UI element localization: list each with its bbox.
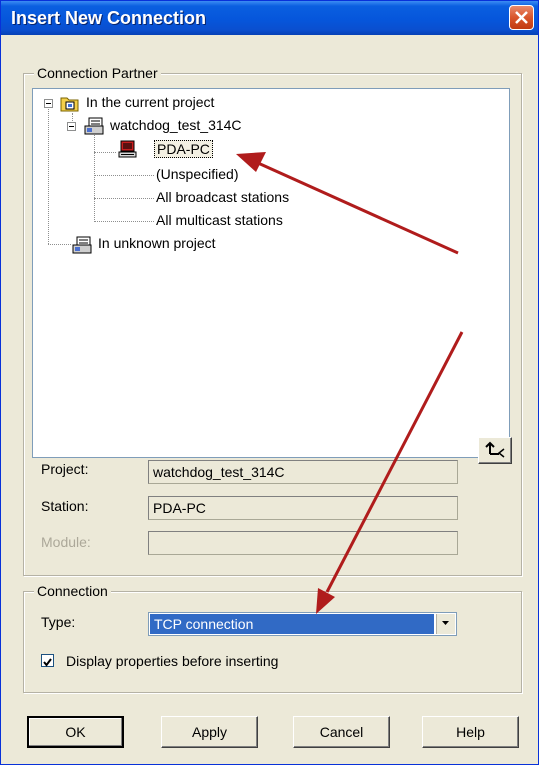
checkmark-icon [43,658,52,667]
help-button[interactable]: Help [422,716,519,748]
collapse-toggle[interactable] [67,122,76,131]
arrow-station-icon [485,441,505,458]
project-label: Project: [41,461,89,477]
module-label: Module: [41,534,91,550]
close-button[interactable] [509,5,534,30]
tree-item-broadcast[interactable]: All broadcast stations [156,189,289,205]
pc-station-icon [118,140,137,158]
connection-type-select[interactable]: TCP connection [148,612,457,636]
ok-button[interactable]: OK [27,716,124,748]
dropdown-button[interactable] [436,614,455,634]
tree-item-multicast[interactable]: All multicast stations [156,212,283,228]
project-icon [72,236,92,254]
tree-item-current-project[interactable]: In the current project [86,94,214,110]
display-properties-checkbox[interactable] [41,654,54,667]
tree-item-station-selected[interactable]: PDA-PC [154,140,213,158]
folder-icon [60,97,79,112]
project-icon [84,117,104,135]
connection-group: Connection [23,583,522,693]
project-field: watchdog_test_314C [148,460,458,484]
tree-line [48,109,49,244]
tree-line [48,244,71,245]
tree-line [94,175,154,176]
connection-type-value: TCP connection [150,614,434,634]
tree-line [94,152,116,153]
partner-tree[interactable]: In the current project watchdog_test_314… [32,88,510,458]
station-label: Station: [41,498,89,514]
tree-item-unknown-project[interactable]: In unknown project [98,235,216,251]
cancel-button[interactable]: Cancel [293,716,390,748]
show-partner-button[interactable] [478,437,512,464]
connection-legend: Connection [34,583,111,599]
module-field [148,531,458,555]
title-bar: Insert New Connection [1,1,538,35]
collapse-toggle[interactable] [44,99,53,108]
station-field: PDA-PC [148,496,458,520]
connection-partner-legend: Connection Partner [34,65,161,81]
close-icon [515,11,528,24]
tree-line [94,198,154,199]
tree-line [94,132,95,222]
chevron-down-icon [442,621,449,625]
display-properties-label[interactable]: Display properties before inserting [66,653,278,669]
tree-item-project[interactable]: watchdog_test_314C [110,117,242,133]
dialog-title: Insert New Connection [11,8,207,28]
type-label: Type: [41,614,76,630]
tree-line [94,221,154,222]
tree-item-unspecified[interactable]: (Unspecified) [156,166,238,182]
apply-button[interactable]: Apply [161,716,258,748]
